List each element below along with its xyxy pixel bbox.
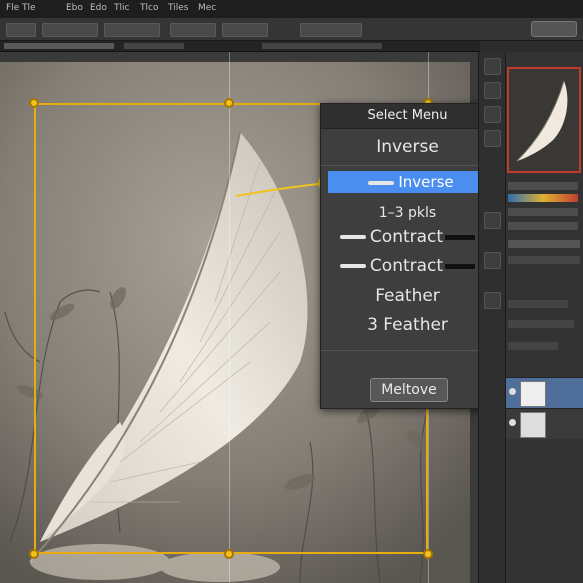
document-tab-strip [0,41,480,52]
menu-item-inverse-highlighted[interactable]: Inverse [328,171,494,193]
tool-column [478,52,505,583]
menu-item-contract[interactable]: Contract [321,225,494,249]
selection-handle-bottom-right[interactable] [423,549,433,559]
context-menu-title: Select Menu [321,104,494,129]
document-tab[interactable] [4,43,114,49]
menu-item-7[interactable]: Tiles [168,3,188,13]
option-field-3[interactable] [170,23,216,37]
slider-bar-icon [368,180,395,185]
menu-item-feather[interactable]: Feather [321,284,494,308]
menu-bar: Fle Tle Ebo Edo Tlic Tlco Tiles Mec [0,0,583,19]
option-field-1[interactable] [42,23,98,37]
tool-button-4[interactable] [484,130,501,147]
menu-item-feather-3[interactable]: 3 Feather [321,313,494,337]
tool-button-3[interactable] [484,106,501,123]
option-field-5[interactable] [300,23,362,37]
panel-label-row-2 [508,320,574,328]
tool-preset-picker[interactable] [6,23,36,37]
menu-item-label: Contract [369,227,444,247]
tab-info-2 [262,43,382,49]
color-ramp[interactable] [508,194,578,202]
panel-control-4[interactable] [508,256,580,264]
menu-item-2[interactable]: Tle [22,3,36,13]
menu-item-3[interactable]: Ebo [66,3,83,13]
menu-separator [321,350,494,351]
slider-track-icon [445,234,476,240]
menu-item-contract-2[interactable]: Contract [321,254,494,278]
menu-item-inverse[interactable]: Inverse [321,135,494,159]
panel-label-row-3 [508,342,558,350]
tool-button-7[interactable] [484,292,501,309]
menu-item-label: Contract [369,256,444,276]
menu-separator [321,165,494,166]
slider-bar-icon [339,235,366,239]
panel-control-2[interactable] [508,222,578,230]
tool-button-6[interactable] [484,252,501,269]
selection-handle-top-center[interactable] [224,98,234,108]
panel-label-row-1 [508,300,568,308]
panel-control-3[interactable] [508,240,580,248]
tab-info [124,43,184,49]
panel-slider[interactable] [508,182,578,190]
options-bar [0,18,583,41]
menu-apply-button[interactable]: Meltove [370,378,448,402]
menu-item-8[interactable]: Mec [198,3,216,13]
slider-bar-icon [339,264,366,268]
tool-button-2[interactable] [484,82,501,99]
select-context-menu: Select Menu Inverse Inverse 1–3 pkls Con… [320,103,495,409]
selection-handle-bottom-left[interactable] [29,549,39,559]
slider-track-icon [445,263,476,269]
menu-item-5[interactable]: Tlic [114,3,129,13]
visibility-eye-icon[interactable] [509,388,516,395]
option-field-2[interactable] [104,23,160,37]
selection-handle-bottom-center[interactable] [224,549,234,559]
layer-row[interactable] [506,408,583,439]
navigator-preview[interactable] [507,67,581,173]
menu-item-pixels[interactable]: 1–3 pkls [321,201,494,225]
visibility-eye-icon[interactable] [509,419,516,426]
tool-button-1[interactable] [484,58,501,75]
panel-control-1[interactable] [508,208,578,216]
layer-thumbnail [520,381,546,407]
menu-item-4[interactable]: Edo [90,3,107,13]
layer-thumbnail [520,412,546,438]
menu-item-6[interactable]: Tlco [140,3,158,13]
menu-item-label: Inverse [398,173,454,191]
options-action-button[interactable] [531,21,577,37]
option-field-4[interactable] [222,23,268,37]
menu-file[interactable]: Fle [6,3,19,13]
layer-row-active[interactable] [506,377,583,408]
tool-button-5[interactable] [484,212,501,229]
preview-thumbnail [509,69,579,171]
selection-handle-top-left[interactable] [29,98,39,108]
